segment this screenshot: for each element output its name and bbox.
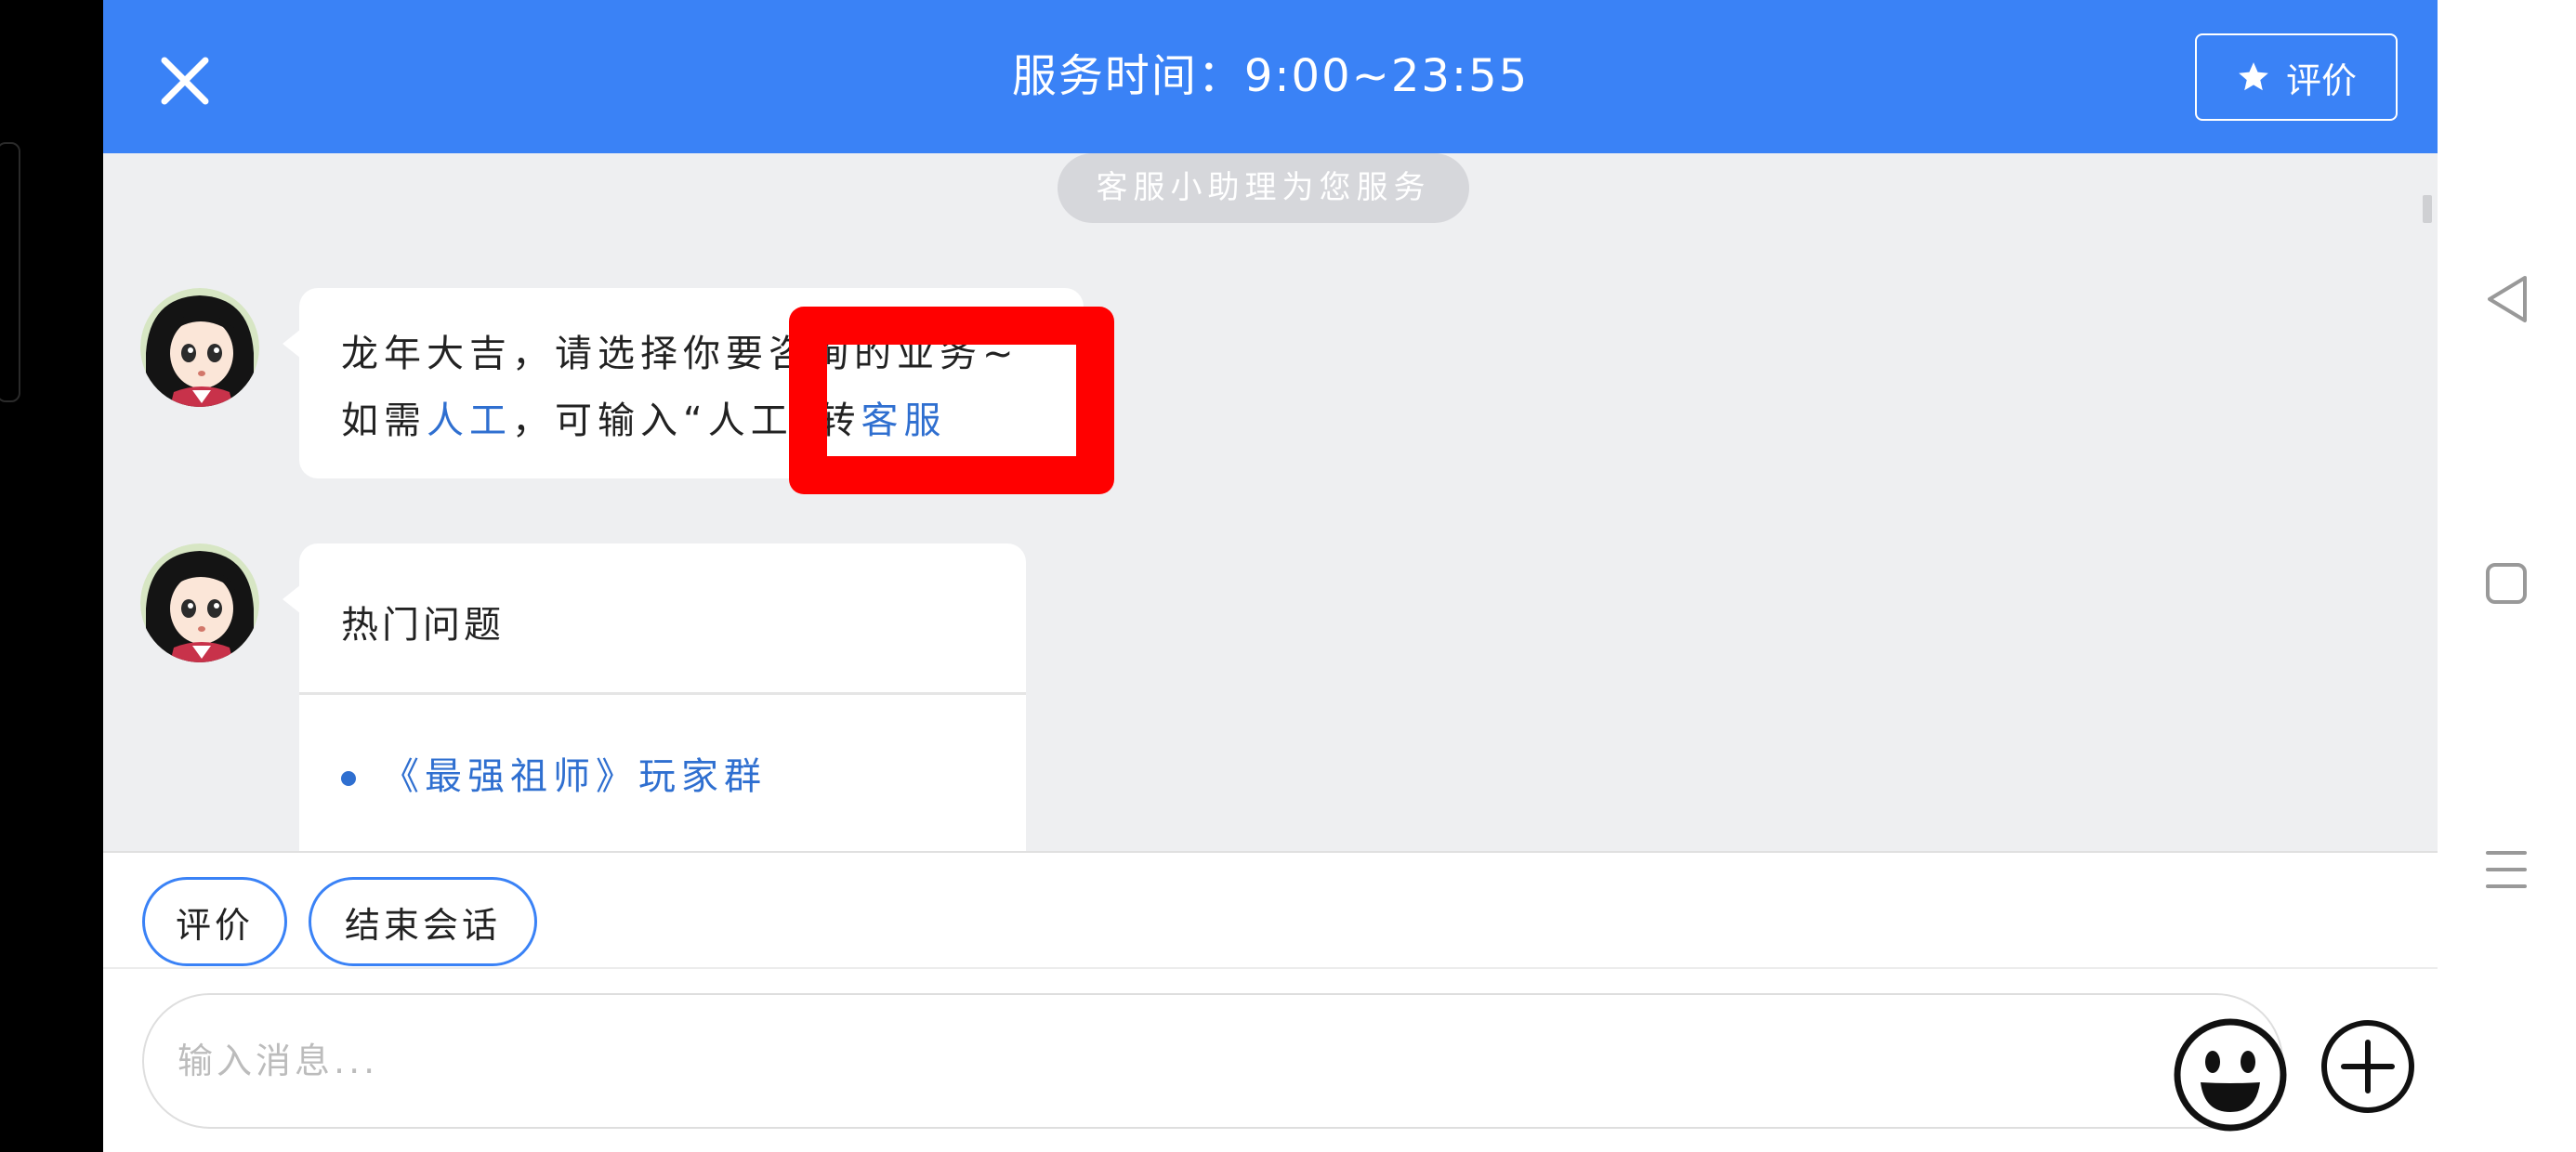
star-icon bbox=[2239, 62, 2268, 91]
left-bezel bbox=[0, 0, 103, 1152]
emoji-button[interactable] bbox=[2171, 1015, 2290, 1134]
avatar-icon bbox=[140, 543, 259, 662]
customer-service-link[interactable]: 客服 bbox=[861, 399, 946, 442]
close-icon bbox=[161, 57, 209, 105]
bullet-icon bbox=[341, 771, 356, 786]
avatar-icon bbox=[140, 288, 259, 407]
end-session-button[interactable]: 结束会话 bbox=[309, 877, 537, 966]
hot-questions-card: 热门问题 《最强祖师》玩家群 bbox=[283, 543, 1026, 851]
message-input[interactable] bbox=[142, 993, 2283, 1129]
greeting-text: ，可输入“人工”转 bbox=[512, 399, 861, 442]
system-nav-bar bbox=[2438, 0, 2576, 1152]
hot-question-label: 《最强祖师》玩家群 bbox=[382, 755, 767, 798]
chat-area[interactable]: 客服小助理为您服务 龙年大吉，请选择你要咨询的业务~ 如需人工，可输入“人工”转… bbox=[103, 153, 2438, 851]
quick-actions-bar: 评价 结束会话 bbox=[103, 851, 2438, 967]
human-agent-link[interactable]: 人工 bbox=[427, 399, 512, 442]
avatar bbox=[140, 543, 259, 662]
scrollbar[interactable] bbox=[2423, 195, 2432, 223]
rate-button[interactable]: 评价 bbox=[142, 877, 287, 966]
system-notice: 客服小助理为您服务 bbox=[1058, 153, 1469, 223]
greeting-line-1: 龙年大吉，请选择你要咨询的业务~ bbox=[341, 333, 1019, 375]
hot-questions-title: 热门问题 bbox=[341, 604, 505, 647]
rate-button-top-label: 评价 bbox=[2285, 59, 2357, 101]
menu-icon[interactable] bbox=[2484, 847, 2529, 892]
bubble-tail bbox=[283, 584, 301, 614]
rate-button-top[interactable]: 评价 bbox=[2195, 33, 2398, 121]
input-bar bbox=[103, 967, 2438, 1152]
divider bbox=[299, 692, 1026, 695]
home-icon[interactable] bbox=[2484, 561, 2529, 606]
page-title: 服务时间：9:00~23:55 bbox=[1011, 50, 1530, 102]
emoji-icon bbox=[2174, 1018, 2287, 1132]
bubble-tail bbox=[283, 329, 301, 359]
hot-question-item[interactable]: 《最强祖师》玩家群 bbox=[341, 746, 767, 800]
side-notch bbox=[0, 142, 20, 402]
greeting-text: 如需 bbox=[341, 399, 427, 442]
plus-icon bbox=[2321, 1020, 2414, 1113]
greeting-message: 龙年大吉，请选择你要咨询的业务~ 如需人工，可输入“人工”转客服 bbox=[283, 288, 1084, 478]
back-icon[interactable] bbox=[2484, 274, 2530, 324]
greeting-line-2: 如需人工，可输入“人工”转客服 bbox=[341, 390, 946, 444]
header-bar: 服务时间：9:00~23:55 评价 bbox=[103, 0, 2438, 153]
plus-button[interactable] bbox=[2320, 1018, 2416, 1115]
chat-app: 服务时间：9:00~23:55 评价 客服小助理为您服务 龙年大吉，请选择你要咨… bbox=[103, 0, 2438, 1152]
avatar bbox=[140, 288, 259, 407]
close-button[interactable] bbox=[157, 48, 241, 113]
